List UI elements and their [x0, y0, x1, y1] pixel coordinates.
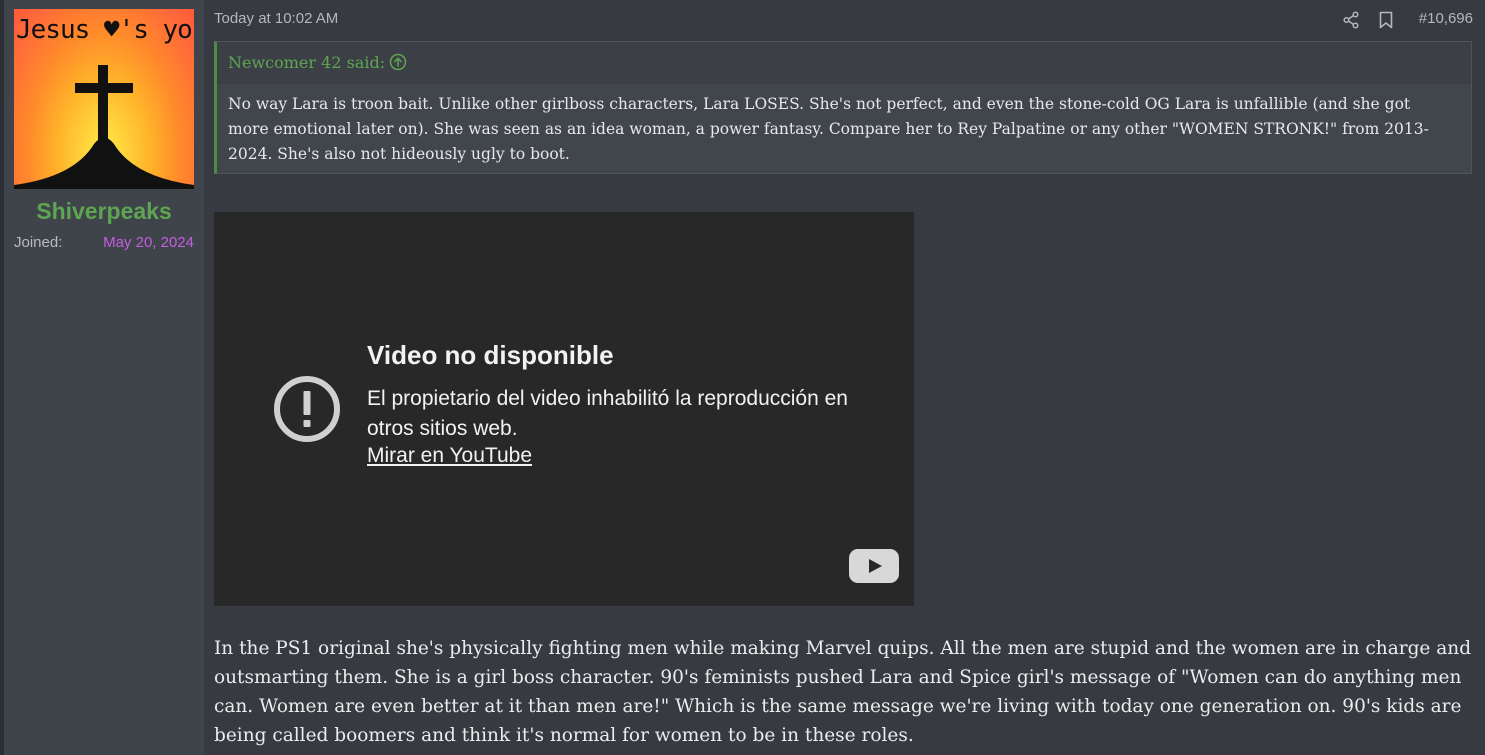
youtube-logo-icon[interactable] [849, 549, 899, 583]
user-sidebar: Jesus ♥'s you Shiverpeaks Joined: May 20… [4, 0, 204, 755]
bookmark-icon[interactable] [1378, 11, 1394, 29]
joined-label: Joined: [14, 234, 63, 251]
post-timestamp[interactable]: Today at 10:02 AM [214, 10, 338, 27]
username-link[interactable]: Shiverpeaks [4, 198, 204, 225]
alert-circle-icon [274, 376, 340, 442]
post-number-link[interactable]: #10,696 [1419, 10, 1473, 27]
post-body-text: In the PS1 original she's physically fig… [214, 638, 1472, 746]
watch-on-youtube-link[interactable]: Mirar en YouTube [367, 444, 532, 468]
video-message: El propietario del video inhabilitó la r… [367, 387, 848, 440]
quote-block: Newcomer 42 said: No way Lara is troon b… [214, 41, 1472, 174]
share-icon[interactable] [1342, 11, 1360, 29]
quote-author-link[interactable]: Newcomer 42 said: [228, 53, 385, 72]
video-embed[interactable]: Video no disponible El propietario del v… [214, 212, 914, 606]
quote-header: Newcomer 42 said: [217, 42, 1471, 84]
video-title: Video no disponible [367, 340, 614, 370]
avatar[interactable]: Jesus ♥'s you [14, 9, 194, 189]
quote-text: No way Lara is troon bait. Unlike other … [228, 95, 1429, 163]
joined-date: May 20, 2024 [103, 234, 194, 251]
avatar-text: Jesus ♥'s you [16, 15, 194, 45]
arrow-up-circle-icon[interactable] [389, 53, 407, 71]
